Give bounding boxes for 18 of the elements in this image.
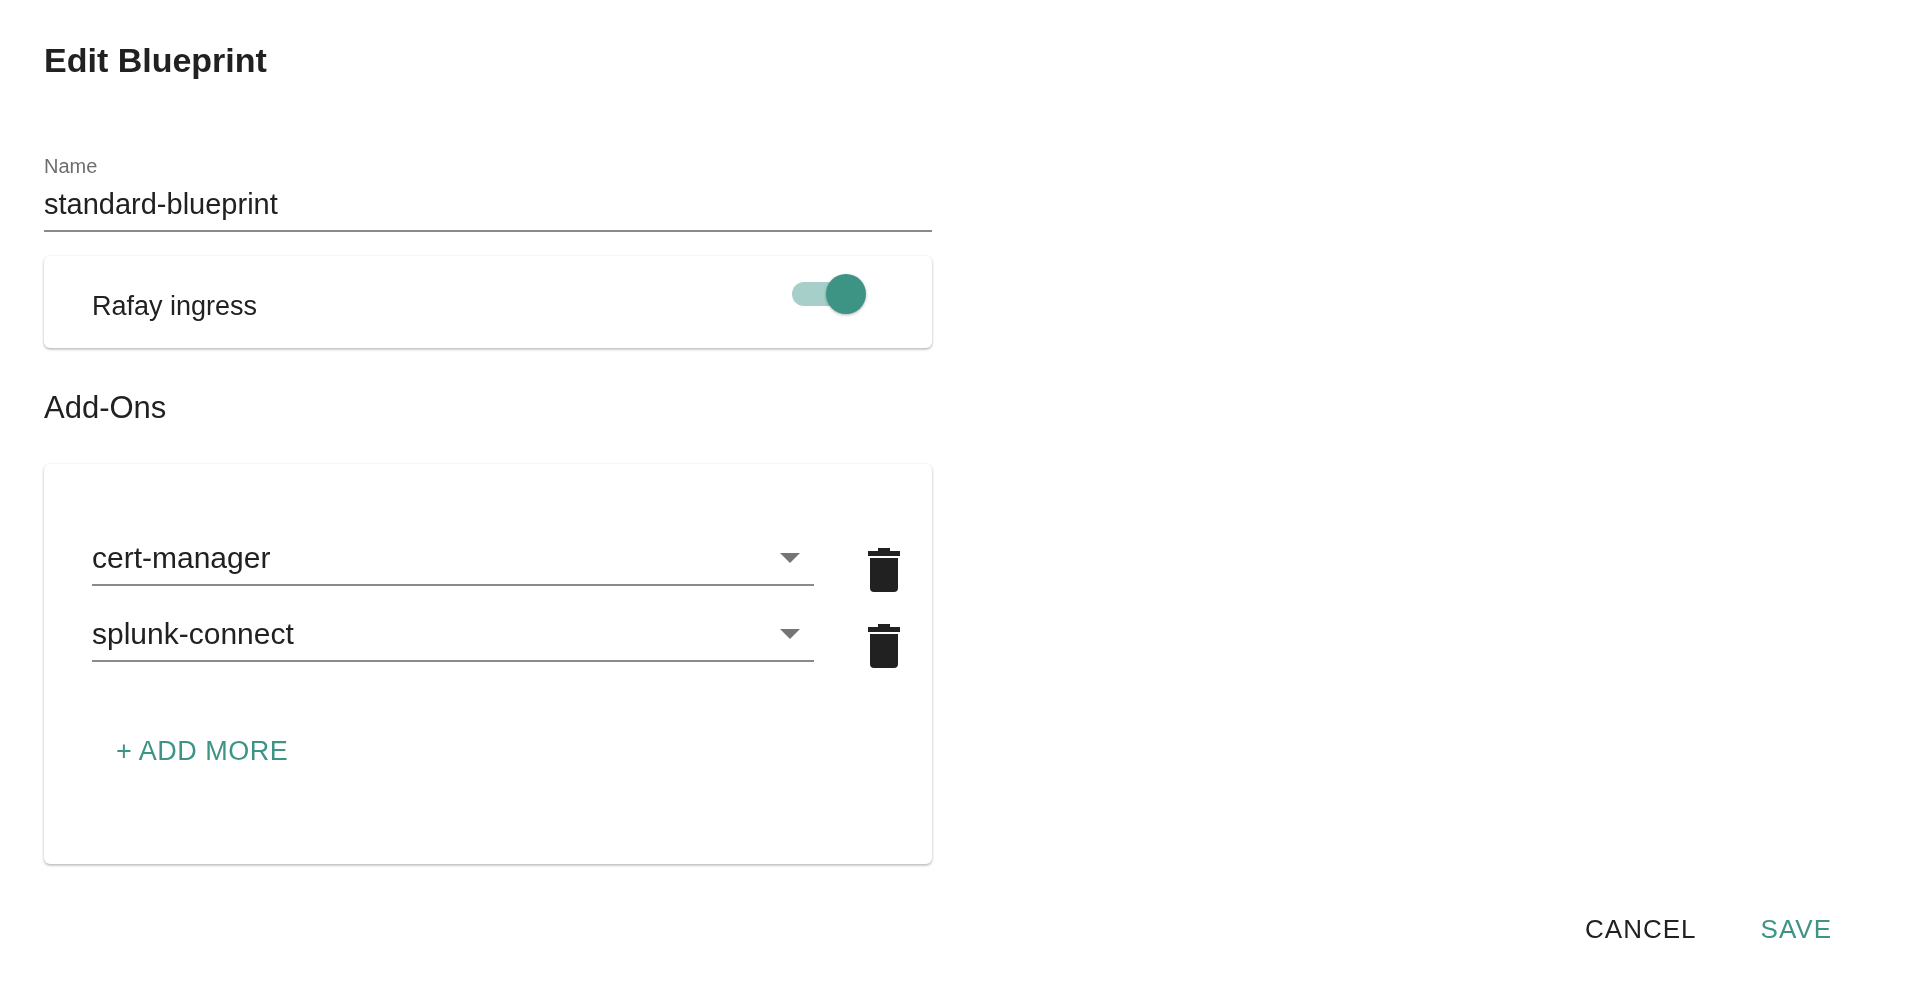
dialog-title: Edit Blueprint [44,40,267,81]
addon-select[interactable]: cert-manager [92,532,814,586]
trash-icon[interactable] [868,624,900,668]
select-value: splunk-connect [92,617,294,651]
save-button[interactable]: SAVE [1748,910,1844,949]
section-heading: Add-Ons [44,389,167,427]
add-more-button[interactable]: + ADD MORE [114,732,291,771]
dropdown-caret-icon [780,553,800,563]
trash-icon[interactable] [868,548,900,592]
field-label: Name [44,154,98,178]
name-field[interactable]: Name standard-blueprint [44,154,932,232]
ingress-switch[interactable] [792,272,866,312]
toggle-label: Rafay ingress [92,290,258,322]
name-input[interactable]: standard-blueprint [44,186,932,222]
addon-select[interactable]: splunk-connect [92,608,814,662]
select-value: cert-manager [92,541,271,575]
cancel-button[interactable]: CANCEL [1573,910,1709,949]
dropdown-caret-icon [780,629,800,639]
